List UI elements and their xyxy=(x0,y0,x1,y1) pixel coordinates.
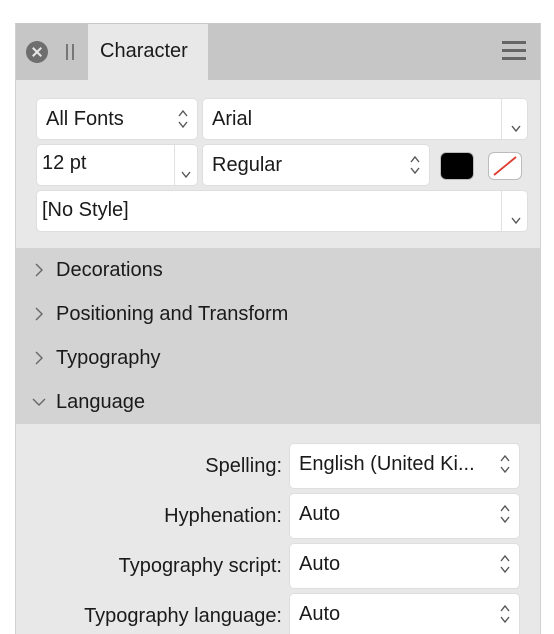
section-positioning-transform[interactable]: Positioning and Transform xyxy=(16,292,540,336)
stepper-arrows-icon xyxy=(499,503,511,525)
font-style-select[interactable]: Regular xyxy=(203,145,429,185)
section-decorations-label: Decorations xyxy=(56,259,163,281)
grip-icon[interactable] xyxy=(66,44,76,60)
hyphenation-select[interactable]: Auto xyxy=(290,494,519,538)
hamburger-menu-icon[interactable] xyxy=(502,41,526,61)
stepper-arrows-icon xyxy=(499,603,511,625)
font-style-value: Regular xyxy=(212,154,283,176)
hyphenation-value: Auto xyxy=(299,503,341,525)
language-row-typography-language: Typography language: Auto xyxy=(16,594,540,634)
typography-script-value: Auto xyxy=(299,553,341,575)
chevron-down-icon xyxy=(32,394,46,410)
spelling-value: English (United Ki... xyxy=(299,453,475,475)
text-style-value: [No Style] xyxy=(42,199,129,221)
font-size-combobox[interactable]: 12 pt xyxy=(37,145,197,185)
chevron-down-icon[interactable] xyxy=(510,116,522,133)
stepper-arrows-icon xyxy=(409,154,421,176)
section-positioning-transform-label: Positioning and Transform xyxy=(56,303,289,325)
tab-character[interactable]: Character xyxy=(88,24,208,80)
typography-script-select[interactable]: Auto xyxy=(290,544,519,588)
section-decorations[interactable]: Decorations xyxy=(16,248,540,292)
typography-language-label: Typography language: xyxy=(84,605,282,627)
font-family-combobox[interactable]: Arial xyxy=(203,99,527,139)
hyphenation-label: Hyphenation: xyxy=(164,505,282,527)
language-row-hyphenation: Hyphenation: Auto xyxy=(16,494,540,542)
text-style-combobox[interactable]: [No Style] xyxy=(37,191,527,231)
section-list: Decorations Positioning and Transform Ty… xyxy=(16,248,540,424)
stepper-arrows-icon xyxy=(177,108,189,130)
close-icon[interactable] xyxy=(26,41,48,63)
language-row-spelling: Spelling: English (United Ki... xyxy=(16,444,540,492)
section-language-label: Language xyxy=(56,391,145,413)
section-typography[interactable]: Typography xyxy=(16,336,540,380)
language-row-typography-script: Typography script: Auto xyxy=(16,544,540,592)
chevron-right-icon xyxy=(32,306,46,322)
stepper-arrows-icon xyxy=(499,553,511,575)
chevron-down-icon[interactable] xyxy=(180,162,192,179)
text-fill-color-swatch[interactable] xyxy=(441,153,473,179)
font-size-value: 12 pt xyxy=(42,152,87,174)
font-collection-select[interactable]: All Fonts xyxy=(37,99,197,139)
chevron-right-icon xyxy=(32,350,46,366)
section-language[interactable]: Language xyxy=(16,380,540,424)
font-collection-value: All Fonts xyxy=(46,108,124,130)
chevron-down-icon[interactable] xyxy=(510,208,522,225)
chevron-right-icon xyxy=(32,262,46,278)
typography-language-select[interactable]: Auto xyxy=(290,594,519,634)
font-family-value: Arial xyxy=(212,108,253,130)
tab-character-label: Character xyxy=(100,40,188,62)
typography-language-value: Auto xyxy=(299,603,341,625)
stepper-arrows-icon xyxy=(499,453,511,475)
text-stroke-none-swatch[interactable] xyxy=(489,153,521,179)
typography-script-label: Typography script: xyxy=(118,555,282,577)
spelling-label: Spelling: xyxy=(205,455,282,477)
spelling-select[interactable]: English (United Ki... xyxy=(290,444,519,488)
panel-titlebar: Character xyxy=(16,24,540,80)
character-panel: Character All Fonts Arial 12 pt Regular xyxy=(15,23,541,634)
section-typography-label: Typography xyxy=(56,347,161,369)
